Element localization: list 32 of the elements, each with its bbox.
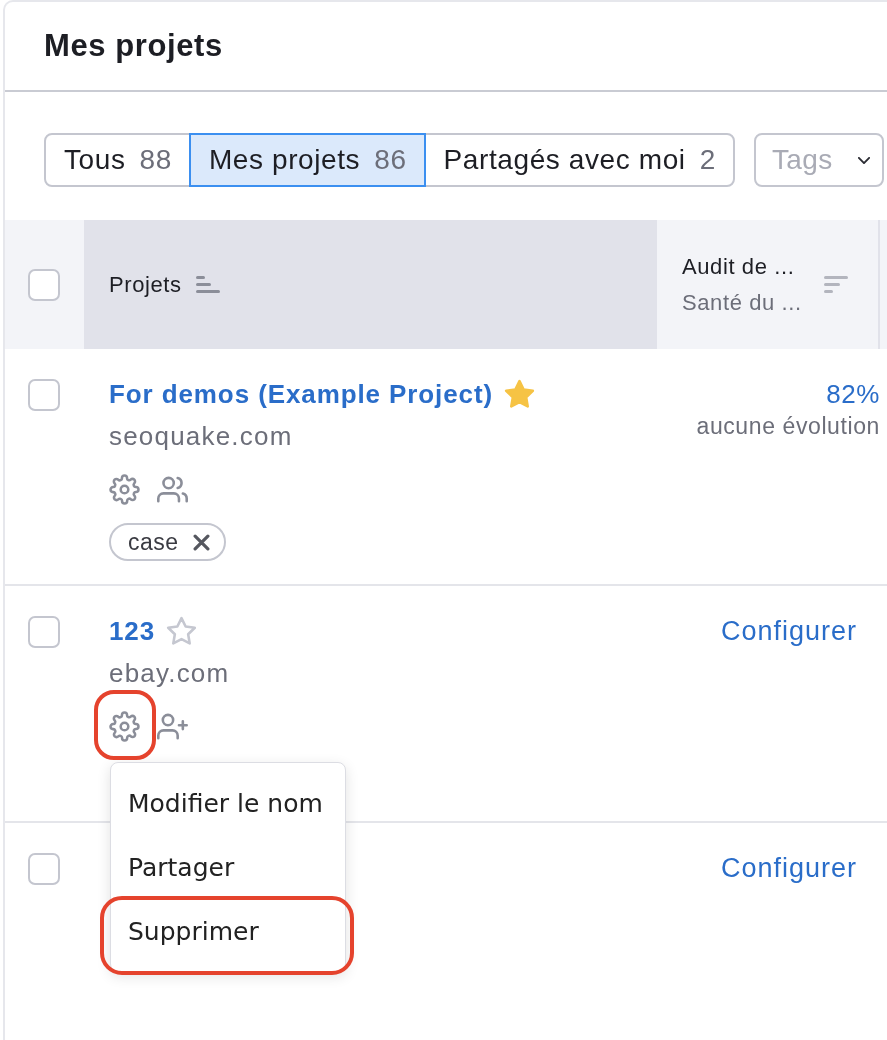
filter-tab[interactable]: Partagés avec moi 2 — [423, 133, 735, 187]
project-link[interactable]: For demos (Example Project) — [109, 379, 494, 409]
menu-item[interactable]: Partager — [111, 839, 345, 895]
menu-item[interactable]: Modifier le nom — [111, 775, 345, 831]
score-change: aucune évolution — [696, 413, 880, 440]
checkbox[interactable] — [28, 379, 60, 411]
project-link[interactable]: 123 — [109, 616, 156, 646]
chevron-down-icon — [857, 156, 870, 164]
settings-icon[interactable] — [109, 473, 140, 505]
project-domain: seoquake.com — [109, 421, 293, 451]
column-subtitle: Santé du ... — [682, 289, 802, 316]
filter-tab[interactable]: Mes projets 86 — [188, 133, 426, 187]
column-title: Audit de ... — [682, 253, 796, 280]
audit-score-link[interactable]: 82% — [826, 379, 880, 409]
close-icon[interactable] — [192, 533, 210, 551]
sort-icon[interactable] — [824, 276, 848, 293]
configure-link[interactable]: Configurer — [720, 853, 880, 883]
menu-item[interactable]: Supprimer — [111, 903, 345, 959]
checkbox[interactable] — [28, 616, 60, 648]
configure-link[interactable]: Configurer — [720, 616, 880, 646]
settings-icon[interactable] — [109, 710, 140, 742]
star-outline-icon[interactable] — [166, 616, 198, 646]
header-cell[interactable]: Projets — [84, 220, 657, 349]
sort-icon[interactable] — [195, 276, 220, 293]
page-title: Mes projets — [44, 27, 223, 65]
column-title: Projets — [109, 271, 182, 298]
star-filled-icon[interactable] — [504, 379, 536, 409]
checkbox[interactable] — [28, 853, 60, 885]
tag-label: case — [128, 528, 179, 556]
project-domain: ebay.com — [109, 658, 230, 688]
filter-tab[interactable]: Tous 88 — [44, 133, 191, 187]
checkbox[interactable] — [28, 268, 60, 301]
